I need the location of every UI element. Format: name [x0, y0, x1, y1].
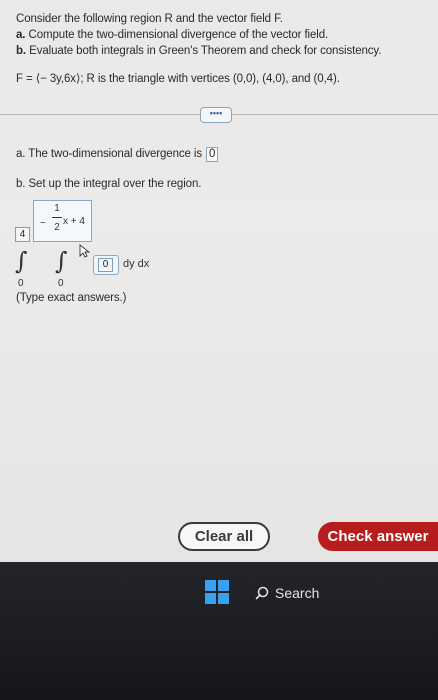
inner-upper-limit-field[interactable]: 1 − 2 x + 4	[33, 200, 92, 242]
part-a-prefix: a.	[16, 29, 26, 41]
part-b-text: Evaluate both integrals in Green's Theor…	[26, 45, 382, 57]
windows-start-icon[interactable]	[205, 580, 229, 604]
integrand-field[interactable]: 0	[93, 255, 119, 275]
part-a-label: a. The two-dimensional divergence is	[16, 148, 203, 160]
question-intro: Consider the following region R and the …	[16, 13, 283, 25]
outer-lower-limit: 0	[18, 278, 24, 289]
part-a-text: Compute the two-dimensional divergence o…	[25, 29, 329, 41]
search-label: Search	[275, 585, 320, 601]
mouse-cursor-icon	[79, 244, 91, 258]
part-a-answer-row: a. The two-dimensional divergence is 0	[16, 147, 219, 162]
clear-all-button[interactable]: Clear all	[178, 522, 270, 551]
browser-content: Consider the following region R and the …	[0, 0, 438, 562]
question-part-a: a. Compute the two-dimensional divergenc…	[16, 29, 328, 41]
differentials: dy dx	[123, 258, 150, 270]
expand-more-button[interactable]: ••••	[200, 107, 232, 123]
outer-upper-limit-field[interactable]: 4	[15, 227, 30, 242]
check-answer-button[interactable]: Check answer	[318, 522, 438, 551]
divergence-answer-field[interactable]: 0	[206, 147, 219, 162]
upper-numerator: 1	[54, 203, 60, 214]
integrand-value: 0	[98, 258, 113, 272]
inner-integral-sign: ∫	[55, 247, 68, 275]
part-b-prefix: b.	[16, 45, 27, 57]
fraction-bar	[52, 217, 62, 218]
question-part-b: b. Evaluate both integrals in Green's Th…	[16, 45, 381, 57]
inner-lower-limit: 0	[58, 278, 64, 289]
search-icon	[255, 586, 269, 600]
upper-tail: x + 4	[63, 216, 85, 227]
answer-format-hint: (Type exact answers.)	[16, 292, 127, 304]
taskbar-search[interactable]: Search	[255, 583, 319, 603]
upper-minus-sign: −	[40, 218, 46, 229]
part-b-label: b. Set up the integral over the region.	[16, 178, 202, 190]
outer-integral-sign: ∫	[15, 247, 28, 275]
upper-denominator: 2	[54, 222, 60, 233]
vector-field-definition: F = ⟨− 3y,6x⟩; R is the triangle with ve…	[16, 73, 340, 85]
